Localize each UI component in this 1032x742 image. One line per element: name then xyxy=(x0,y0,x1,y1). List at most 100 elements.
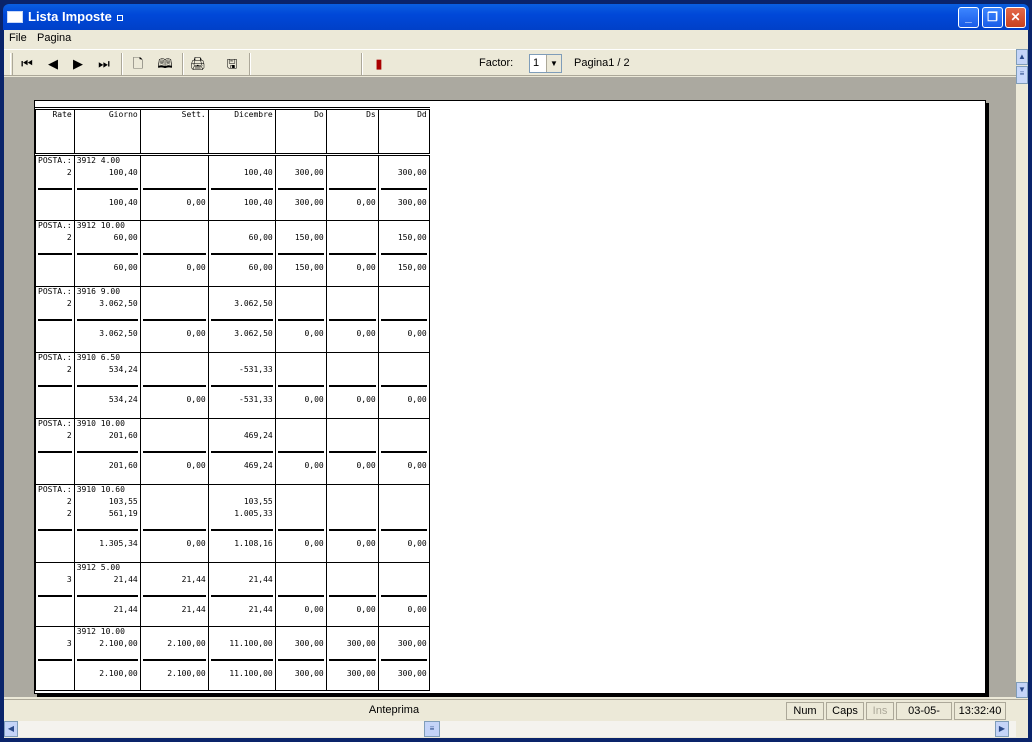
minimize-button[interactable]: _ xyxy=(958,7,979,28)
last-page-icon[interactable]: ⏭ xyxy=(93,54,115,74)
two-pages-icon[interactable]: 🕮 xyxy=(154,54,176,74)
scroll-thumb[interactable]: ≡ xyxy=(1016,66,1028,84)
total-value: 1.108,16 xyxy=(234,539,273,548)
next-page-icon[interactable]: ▶ xyxy=(67,54,89,74)
total-value: 60,00 xyxy=(248,263,273,272)
close-button[interactable]: ✕ xyxy=(1005,7,1026,28)
scroll-up-icon[interactable]: ▲ xyxy=(1016,49,1028,65)
rate-cell: 3 xyxy=(35,562,75,627)
subtotal-rule xyxy=(328,659,376,661)
subtotal-rule xyxy=(328,253,376,255)
restore-button[interactable]: ❐ xyxy=(982,7,1003,28)
amount-cell: 300,00 300,00 xyxy=(274,626,327,691)
total-value: 300,00 xyxy=(397,669,427,678)
vertical-scrollbar[interactable]: ▲ ≡ ▼ xyxy=(1016,49,1028,698)
export-icon[interactable]: 🖫 xyxy=(221,54,243,74)
group-label: POSTA.: xyxy=(38,419,72,428)
amount-value: 100,40 xyxy=(108,168,138,177)
subtotal-rule xyxy=(210,529,273,531)
single-page-icon[interactable]: 🗋 xyxy=(127,54,149,74)
menu-file[interactable]: File xyxy=(9,32,27,44)
amount-cell: 3916 9.00 3.062,50 3.062,50 xyxy=(73,286,141,353)
total-value: 0,00 xyxy=(356,461,376,470)
amount-cell: 0,00 xyxy=(274,418,327,485)
subtotal-rule xyxy=(277,253,324,255)
scroll-right-icon[interactable]: ▶ xyxy=(995,721,1009,737)
rate-value: 2 xyxy=(66,509,72,518)
subtotal-rule xyxy=(210,385,273,387)
amount-value xyxy=(278,575,324,587)
amount-value xyxy=(143,431,206,443)
title-bar[interactable]: Lista Imposte _ ❐ ✕ xyxy=(3,4,1029,30)
rate-value: 2 xyxy=(66,431,72,440)
client-area: File Pagina ⏮ ◀ ▶ ⏭ 🗋 🕮 🖨 🖫 ▮ Factor: 1 ▼… xyxy=(4,30,1028,738)
subtotal-rule xyxy=(380,385,427,387)
amount-value xyxy=(329,497,376,509)
group-label: POSTA.: xyxy=(38,287,72,296)
factor-label: Factor: xyxy=(479,57,514,69)
toolbar-grip[interactable] xyxy=(10,53,13,75)
amount-value xyxy=(329,299,376,311)
amount-cell: 0,00 xyxy=(274,286,327,353)
total-value: 0,00 xyxy=(407,605,427,614)
first-page-icon[interactable]: ⏮ xyxy=(16,54,38,74)
total-value: 534,24 xyxy=(108,395,138,404)
amount-cell: 0,00 xyxy=(139,154,209,221)
scroll-left-icon[interactable]: ◀ xyxy=(4,721,18,737)
subtotal-rule xyxy=(380,595,427,597)
amount-cell: 0,00 xyxy=(377,286,430,353)
total-value: 0,00 xyxy=(304,605,324,614)
rate-value: 2 xyxy=(66,497,72,506)
amount-value xyxy=(143,365,206,377)
amount-value: 2.100,00 xyxy=(167,639,206,648)
amount-cell: 150,00 150,00 xyxy=(274,220,327,287)
subtotal-rule xyxy=(277,529,324,531)
factor-select[interactable]: 1 ▼ xyxy=(529,54,562,73)
hscroll-thumb[interactable]: ≡ xyxy=(424,721,440,737)
menu-pagina[interactable]: Pagina xyxy=(37,32,71,44)
total-value: 0,00 xyxy=(407,395,427,404)
amount-value xyxy=(381,497,427,509)
print-icon[interactable]: 🖨 xyxy=(187,54,209,74)
exit-door-icon[interactable]: ▮ xyxy=(368,54,390,74)
subtotal-rule xyxy=(38,451,72,453)
rate-value: 3 xyxy=(66,639,72,648)
total-value: 150,00 xyxy=(294,263,324,272)
amount-value: 201,60 xyxy=(108,431,138,440)
amount-value xyxy=(381,509,427,521)
subtotal-rule xyxy=(142,385,206,387)
amount-value xyxy=(381,575,427,587)
amount-cell: 0,00 xyxy=(325,562,379,627)
total-value: 100,40 xyxy=(243,198,273,207)
amount-cell: 3912 10.00 60,00 60,00 xyxy=(73,220,141,287)
amount-cell: 3912 10.00 2.100,00 2.100,00 xyxy=(73,626,141,691)
scroll-down-icon[interactable]: ▼ xyxy=(1016,682,1028,698)
preview-area[interactable]: Rate Giorno Sett. Dicembre Do Ds Dd POST… xyxy=(4,77,1016,697)
previous-page-icon[interactable]: ◀ xyxy=(42,54,64,74)
subtotal-rule xyxy=(380,188,427,190)
report-group-row: POSTA.: 2 3910 6.50 534,24 534,24 0,00 -531,33… xyxy=(35,352,430,419)
subtotal-rule xyxy=(277,385,324,387)
subtotal-rule xyxy=(277,451,324,453)
amount-value: 469,24 xyxy=(243,431,273,440)
horizontal-scrollbar[interactable]: ◀ ≡ ▶ xyxy=(4,721,1016,737)
amount-cell: 0,00 xyxy=(139,220,209,287)
chevron-down-icon[interactable]: ▼ xyxy=(546,55,561,72)
report-group-row: 3 3912 10.00 2.100,00 2.100,00 2.100,00 2.100… xyxy=(35,626,430,691)
amount-value: 100,40 xyxy=(243,168,273,177)
rate-cell: POSTA.: 2 xyxy=(35,286,75,353)
subtotal-rule xyxy=(277,659,324,661)
report-page: Rate Giorno Sett. Dicembre Do Ds Dd POST… xyxy=(34,100,986,694)
amount-value: 103,55 xyxy=(243,497,273,506)
